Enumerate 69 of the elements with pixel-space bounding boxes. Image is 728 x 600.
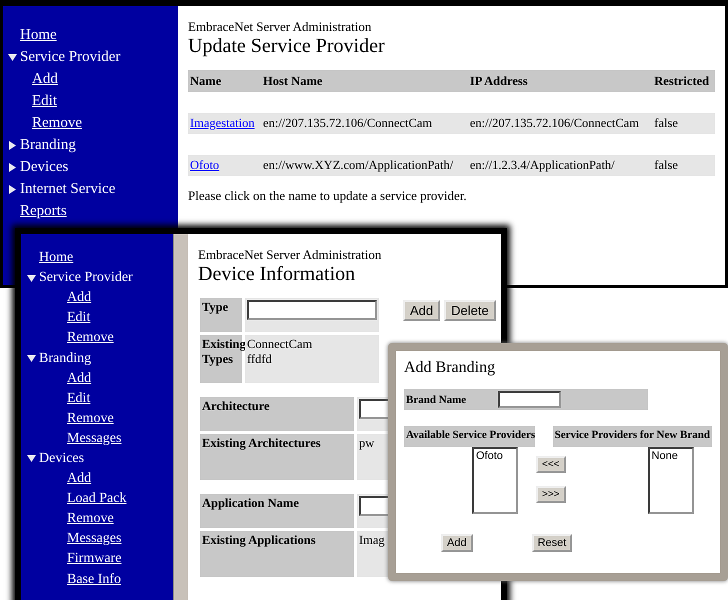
nav-link[interactable]: Messages xyxy=(67,430,122,447)
nav-link[interactable]: Add xyxy=(32,70,58,88)
page-heading: Device Information xyxy=(198,263,356,286)
column-header: Name xyxy=(188,70,262,92)
table-cell: en://1.2.3.4/ApplicationPath/ xyxy=(468,155,652,176)
nav-link[interactable]: Edit xyxy=(67,310,90,326)
nav-link[interactable]: Home xyxy=(20,26,57,44)
nav-section[interactable]: Devices xyxy=(20,158,68,176)
existing-types-list: ConnectCam ffdfd xyxy=(245,335,379,383)
field-label: Architecture xyxy=(200,397,354,431)
table-cell: en://www.XYZ.com/ApplicationPath/ xyxy=(261,155,468,176)
triangle-down-icon[interactable] xyxy=(27,274,36,283)
nav-link[interactable]: Edit xyxy=(67,390,90,407)
nav-link[interactable]: Remove xyxy=(32,114,82,132)
nav-link[interactable]: Add xyxy=(67,370,92,387)
nav-section[interactable]: Service Provider xyxy=(39,270,133,286)
column-header: Host Name xyxy=(261,70,468,92)
triangle-down-icon[interactable] xyxy=(27,354,36,364)
table-cell: en://207.135.72.106/ConnectCam xyxy=(261,113,468,134)
column-header: IP Address xyxy=(468,70,652,92)
nav-link[interactable]: Home xyxy=(39,250,74,266)
nav-link[interactable]: Remove xyxy=(67,330,114,346)
nav-link[interactable]: Add xyxy=(67,471,92,488)
scrollbar[interactable] xyxy=(173,234,188,600)
nav-link[interactable]: Firmware xyxy=(67,551,122,568)
page-heading: Update Service Provider xyxy=(188,35,386,58)
list-box[interactable]: Ofoto xyxy=(472,447,518,514)
app-title: EmbraceNet Server Administration xyxy=(198,247,382,263)
app-title: EmbraceNet Server Administration xyxy=(188,19,372,35)
list-box[interactable]: None xyxy=(648,447,694,514)
nav-link[interactable]: Add xyxy=(67,290,92,306)
nav-link[interactable]: Base Info xyxy=(67,572,122,588)
nav-link[interactable]: Reports xyxy=(20,202,67,220)
move-button[interactable]: <<< xyxy=(536,456,566,473)
triangle-right-icon[interactable] xyxy=(8,162,17,172)
form-button[interactable]: Delete xyxy=(444,300,496,321)
triangle-right-icon[interactable] xyxy=(8,140,17,150)
nav-link[interactable]: Edit xyxy=(32,92,57,110)
form-button[interactable]: Add xyxy=(403,300,440,321)
nav-section[interactable]: Service Provider xyxy=(20,48,120,66)
column-header: Available Service Providers xyxy=(404,426,535,447)
nav-link[interactable]: Load Pack xyxy=(67,491,126,508)
column-header: Service Providers for New Brand xyxy=(552,426,712,447)
table-cell: false xyxy=(652,155,715,176)
field-label: Brand Name xyxy=(406,394,466,406)
field-label: Application Name xyxy=(200,494,354,528)
type-input[interactable] xyxy=(247,300,377,320)
move-button[interactable]: >>> xyxy=(536,486,566,503)
nav-section[interactable]: Internet Service xyxy=(20,180,116,198)
column-header: Restricted xyxy=(652,70,715,92)
triangle-right-icon[interactable] xyxy=(8,184,17,194)
nav-section[interactable]: Devices xyxy=(39,450,84,467)
nav-link[interactable]: Remove xyxy=(67,511,114,528)
add-button[interactable]: Add xyxy=(441,534,473,552)
triangle-down-icon[interactable] xyxy=(27,454,36,464)
nav-link[interactable]: Remove xyxy=(67,410,114,427)
nav-link[interactable]: Messages xyxy=(67,531,122,548)
nav-section[interactable]: Branding xyxy=(20,136,76,154)
field-label: Existing Applications xyxy=(200,531,354,577)
instruction-text: Please click on the name to update a service provider. xyxy=(188,188,468,204)
brand-name-input[interactable] xyxy=(498,391,562,408)
triangle-down-icon[interactable] xyxy=(8,52,17,62)
field-label: Type xyxy=(200,298,242,332)
reset-button[interactable]: Reset xyxy=(532,534,572,552)
dialog-heading: Add Branding xyxy=(404,359,496,377)
table-cell: en://207.135.72.106/ConnectCam xyxy=(468,113,652,134)
nav-section[interactable]: Branding xyxy=(39,350,92,367)
field-label: Existing Architectures xyxy=(200,434,354,480)
table-cell: false xyxy=(652,113,715,134)
